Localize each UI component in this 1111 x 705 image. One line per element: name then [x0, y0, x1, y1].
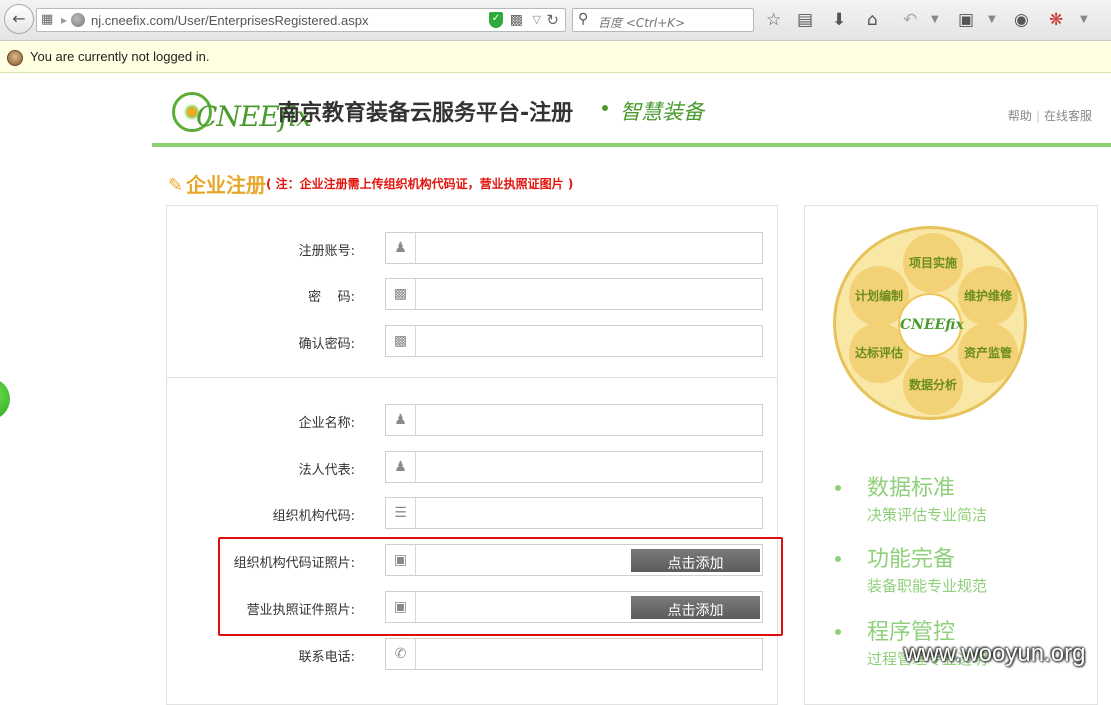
bullet-icon	[835, 485, 841, 491]
crop-icon[interactable]: ▣	[958, 9, 974, 31]
section-heading: 企业注册	[186, 173, 266, 197]
confirm-password-label: 确认密码:	[298, 337, 355, 352]
feature-title: 功能完备	[867, 547, 956, 572]
avatar-icon	[7, 50, 23, 66]
search-bar[interactable]: ⚲ 百度 <Ctrl+K>	[572, 8, 754, 32]
user-icon: ♟	[386, 233, 416, 263]
user-icon: ♟	[386, 452, 416, 482]
account-label: 注册账号:	[298, 244, 355, 259]
qr-code-icon[interactable]: ▩	[510, 12, 523, 28]
undo-dropdown-icon[interactable]: ▼	[931, 9, 939, 31]
confirm-password-row: 确认密码: ▩	[167, 325, 777, 357]
highlight-box	[218, 537, 783, 636]
link-divider: |	[1035, 109, 1040, 123]
password-input[interactable]	[417, 279, 757, 309]
help-link[interactable]: 帮助	[1008, 109, 1032, 123]
petal-implementation: 项目实施	[903, 233, 963, 293]
back-arrow-icon[interactable]: ←	[4, 4, 34, 34]
card-icon: ☰	[386, 498, 416, 528]
org-code-input[interactable]	[417, 498, 757, 528]
feature-subtitle: 装备职能专业规范	[867, 577, 988, 595]
star-icon[interactable]: ☆	[766, 9, 781, 31]
org-code-label: 组织机构代码:	[272, 509, 355, 524]
reload-icon[interactable]: ↻	[546, 11, 559, 29]
lock-icon: ▩	[386, 326, 416, 356]
page-title: 南京教育装备云服务平台-注册	[278, 101, 574, 126]
bullet-icon	[835, 629, 841, 635]
phone-icon: ✆	[386, 639, 416, 669]
legal-rep-input[interactable]	[417, 452, 757, 482]
separator-icon: ▸	[61, 13, 68, 27]
download-icon[interactable]: ⬇	[832, 9, 846, 31]
company-input[interactable]	[417, 405, 757, 435]
feature-diagram: 项目实施 维护维修 资产监管 数据分析 达标评估 计划编制 CNEEfix	[833, 226, 1027, 420]
section-note: ( 注：企业注册需上传组织机构代码证，营业执照证图片 )	[266, 177, 574, 191]
header-divider	[152, 143, 1111, 147]
password-field[interactable]: ▩	[385, 278, 763, 310]
company-label: 企业名称:	[298, 416, 355, 431]
account-field[interactable]: ♟	[385, 232, 763, 264]
floating-green-button[interactable]	[0, 378, 10, 420]
legal-rep-row: 法人代表: ♟	[167, 451, 777, 483]
company-row: 企业名称: ♟	[167, 404, 777, 436]
online-service-link[interactable]: 在线客服	[1044, 109, 1092, 123]
menu-dropdown-icon[interactable]: ▼	[1080, 9, 1088, 31]
diagram-center-logo: CNEEfix	[898, 293, 964, 357]
crop-dropdown-icon[interactable]: ▼	[988, 9, 996, 31]
globe-icon	[71, 13, 85, 27]
petal-data-analysis: 数据分析	[903, 355, 963, 415]
watermark: www.wooyun.org	[904, 640, 1086, 667]
bug-icon[interactable]: ❋	[1049, 9, 1063, 31]
slogan-dot	[602, 105, 608, 111]
header-links: 帮助 | 在线客服	[1008, 107, 1092, 124]
apps-grid-icon[interactable]: ▦	[41, 12, 53, 27]
phone-label: 联系电话:	[298, 650, 355, 665]
phone-field[interactable]: ✆	[385, 638, 763, 670]
feature-subtitle: 决策评估专业简洁	[867, 506, 988, 524]
org-code-field[interactable]: ☰	[385, 497, 763, 529]
password-row: 密 码: ▩	[167, 278, 777, 310]
search-icon: ⚲	[578, 11, 589, 27]
chat-icon[interactable]: ◉	[1014, 9, 1029, 31]
reading-list-icon[interactable]: ▤	[797, 9, 813, 31]
legal-rep-label: 法人代表:	[298, 463, 355, 478]
petal-asset-monitoring: 资产监管	[958, 323, 1018, 383]
section-title: ✎ 企业注册( 注：企业注册需上传组织机构代码证，营业执照证图片 )	[168, 169, 573, 198]
petal-maintenance: 维护维修	[958, 266, 1018, 326]
search-placeholder: 百度 <Ctrl+K>	[598, 16, 686, 30]
org-code-row: 组织机构代码: ☰	[167, 497, 777, 529]
shield-icon[interactable]: ✓	[489, 12, 503, 28]
browser-toolbar: ← ▦ ▸ nj.cneefix.com/User/EnterprisesReg…	[0, 0, 1111, 41]
form-section-divider	[167, 377, 777, 378]
url-text[interactable]: nj.cneefix.com/User/EnterprisesRegistere…	[91, 13, 368, 28]
edit-icon: ✎	[168, 174, 184, 196]
lock-icon: ▩	[386, 279, 416, 309]
user-icon: ♟	[386, 405, 416, 435]
address-bar[interactable]: ▦ ▸ nj.cneefix.com/User/EnterprisesRegis…	[36, 8, 566, 32]
login-notification-bar: You are currently not logged in.	[0, 41, 1111, 73]
bullet-icon	[835, 556, 841, 562]
dropdown-arrow-icon[interactable]: ▽	[533, 13, 541, 26]
notification-text: You are currently not logged in.	[30, 49, 210, 64]
company-field[interactable]: ♟	[385, 404, 763, 436]
confirm-password-field[interactable]: ▩	[385, 325, 763, 357]
phone-row: 联系电话: ✆	[167, 638, 777, 670]
password-label: 密 码:	[308, 290, 355, 305]
undo-icon[interactable]: ↶	[903, 9, 917, 31]
feature-title: 数据标准	[867, 476, 956, 501]
phone-input[interactable]	[417, 639, 757, 669]
legal-rep-field[interactable]: ♟	[385, 451, 763, 483]
slogan: 智慧装备	[620, 100, 704, 124]
account-row: 注册账号: ♟	[167, 232, 777, 264]
account-input[interactable]	[417, 233, 757, 263]
home-icon[interactable]: ⌂	[867, 9, 878, 31]
promo-panel: 项目实施 维护维修 资产监管 数据分析 达标评估 计划编制 CNEEfix 数据…	[804, 205, 1098, 705]
confirm-password-input[interactable]	[417, 326, 757, 356]
